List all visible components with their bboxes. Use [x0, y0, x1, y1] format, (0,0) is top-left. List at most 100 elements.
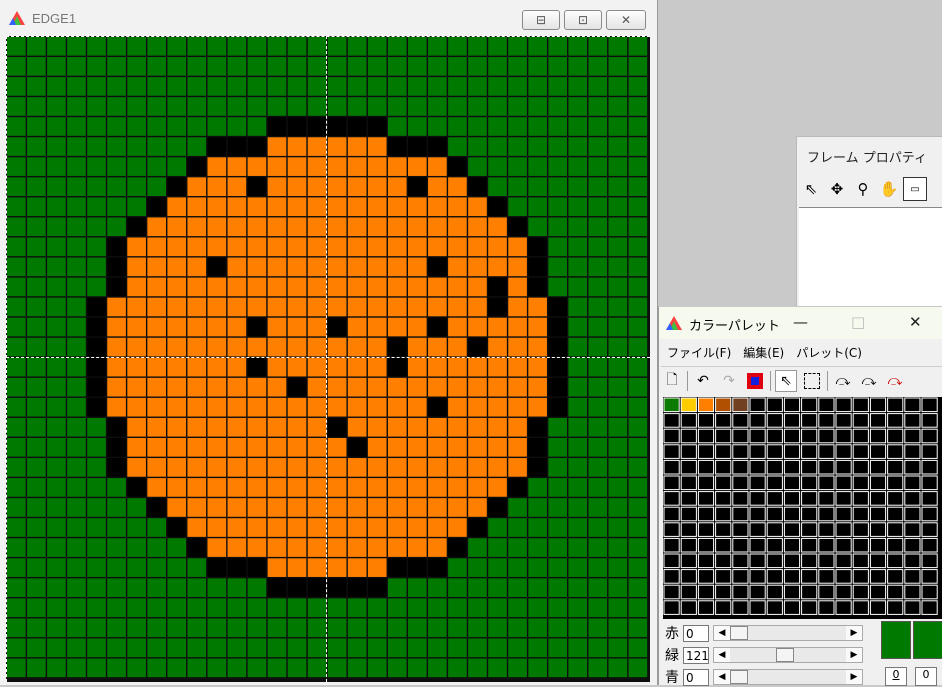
pixel-cell[interactable]: [367, 157, 387, 176]
pixel-cell[interactable]: [367, 578, 387, 597]
pixel-cell[interactable]: [247, 177, 267, 196]
palette-swatch[interactable]: [801, 491, 818, 506]
pixel-cell[interactable]: [27, 578, 46, 597]
palette-swatch[interactable]: [869, 413, 887, 428]
pixel-cell[interactable]: [127, 197, 146, 217]
hand-icon[interactable]: ✋: [877, 177, 901, 201]
pixel-cell[interactable]: [367, 598, 387, 618]
pixel-cell[interactable]: [147, 277, 166, 297]
pixel-cell[interactable]: [87, 417, 106, 437]
pixel-cell[interactable]: [628, 598, 648, 618]
pixel-cell[interactable]: [287, 157, 307, 176]
pixel-cell[interactable]: [227, 137, 247, 156]
pixel-cell[interactable]: [568, 638, 588, 658]
pixel-cell[interactable]: [608, 438, 628, 457]
palette-swatch[interactable]: [869, 506, 887, 522]
palette-swatch[interactable]: [749, 537, 766, 553]
pixel-cell[interactable]: [7, 658, 26, 678]
palette-swatch[interactable]: [869, 444, 887, 459]
pixel-cell[interactable]: [227, 377, 247, 397]
pixel-cell[interactable]: [47, 558, 66, 577]
pixel-cell[interactable]: [568, 297, 588, 317]
palette-swatch[interactable]: [852, 413, 869, 428]
pixel-cell[interactable]: [207, 438, 227, 457]
pixel-cell[interactable]: [267, 538, 287, 557]
pixel-cell[interactable]: [67, 157, 86, 176]
pixel-cell[interactable]: [568, 538, 588, 557]
pixel-cell[interactable]: [147, 297, 166, 317]
palette-swatch[interactable]: [835, 584, 852, 600]
pixel-cell[interactable]: [267, 458, 287, 477]
pixel-cell[interactable]: [207, 357, 227, 377]
pixel-cell[interactable]: [568, 177, 588, 196]
pixel-cell[interactable]: [267, 417, 287, 437]
pixel-cell[interactable]: [508, 37, 527, 56]
palette-swatch[interactable]: [715, 491, 732, 506]
palette-swatch[interactable]: [715, 413, 732, 428]
pixel-cell[interactable]: [408, 337, 427, 357]
pixel-cell[interactable]: [327, 558, 347, 577]
pixel-cell[interactable]: [347, 538, 367, 557]
pixel-cell[interactable]: [7, 77, 26, 96]
pixel-cell[interactable]: [508, 317, 527, 337]
pixel-cell[interactable]: [528, 297, 547, 317]
pixel-cell[interactable]: [548, 157, 567, 176]
pixel-cell[interactable]: [347, 117, 367, 136]
pixel-cell[interactable]: [107, 337, 126, 357]
pixel-cell[interactable]: [327, 357, 347, 377]
pixel-cell[interactable]: [628, 417, 648, 437]
pixel-cell[interactable]: [267, 377, 287, 397]
palette-swatch[interactable]: [904, 413, 921, 428]
palette-swatch[interactable]: [801, 459, 818, 475]
pixel-cell[interactable]: [47, 598, 66, 618]
pixel-cell[interactable]: [588, 117, 608, 136]
pixel-cell[interactable]: [588, 438, 608, 457]
pixel-cell[interactable]: [167, 638, 187, 658]
pixel-cell[interactable]: [307, 137, 327, 156]
pixel-cell[interactable]: [207, 417, 227, 437]
pixel-cell[interactable]: [27, 638, 46, 658]
pixel-cell[interactable]: [628, 618, 648, 638]
palette-swatch[interactable]: [697, 506, 715, 522]
pixel-cell[interactable]: [428, 277, 447, 297]
pixel-cell[interactable]: [127, 57, 146, 76]
pixel-cell[interactable]: [568, 397, 588, 417]
pixel-cell[interactable]: [207, 57, 227, 76]
pixel-cell[interactable]: [167, 57, 187, 76]
palette-swatch[interactable]: [732, 537, 749, 553]
red-slider[interactable]: ◀ ▶: [713, 625, 863, 641]
pixel-cell[interactable]: [528, 117, 547, 136]
pixel-cell[interactable]: [448, 137, 467, 156]
pixel-cell[interactable]: [628, 498, 648, 517]
palette-swatch[interactable]: [766, 459, 783, 475]
palette-swatch[interactable]: [835, 428, 852, 444]
pixel-cell[interactable]: [307, 297, 327, 317]
palette-swatch[interactable]: [887, 413, 904, 428]
pixel-cell[interactable]: [428, 618, 447, 638]
pixel-cell[interactable]: [267, 117, 287, 136]
pixel-cell[interactable]: [548, 638, 567, 658]
pixel-cell[interactable]: [528, 257, 547, 277]
pixel-cell[interactable]: [87, 598, 106, 618]
pixel-cell[interactable]: [147, 57, 166, 76]
pixel-cell[interactable]: [428, 438, 447, 457]
pixel-cell[interactable]: [107, 297, 126, 317]
pixel-cell[interactable]: [528, 658, 547, 678]
palette-swatch[interactable]: [783, 537, 801, 553]
pixel-cell[interactable]: [628, 157, 648, 176]
pixel-cell[interactable]: [67, 317, 86, 337]
pixel-cell[interactable]: [67, 498, 86, 517]
pixel-cell[interactable]: [528, 197, 547, 217]
pixel-cell[interactable]: [187, 357, 207, 377]
pixel-cell[interactable]: [608, 618, 628, 638]
pixel-cell[interactable]: [27, 618, 46, 638]
palette-swatch[interactable]: [869, 491, 887, 506]
pixel-cell[interactable]: [47, 658, 66, 678]
pixel-cell[interactable]: [127, 558, 146, 577]
pixel-cell[interactable]: [327, 97, 347, 116]
pixel-cell[interactable]: [568, 458, 588, 477]
pixel-cell[interactable]: [247, 217, 267, 237]
pixel-cell[interactable]: [127, 317, 146, 337]
pixel-cell[interactable]: [107, 538, 126, 557]
pixel-cell[interactable]: [287, 57, 307, 76]
